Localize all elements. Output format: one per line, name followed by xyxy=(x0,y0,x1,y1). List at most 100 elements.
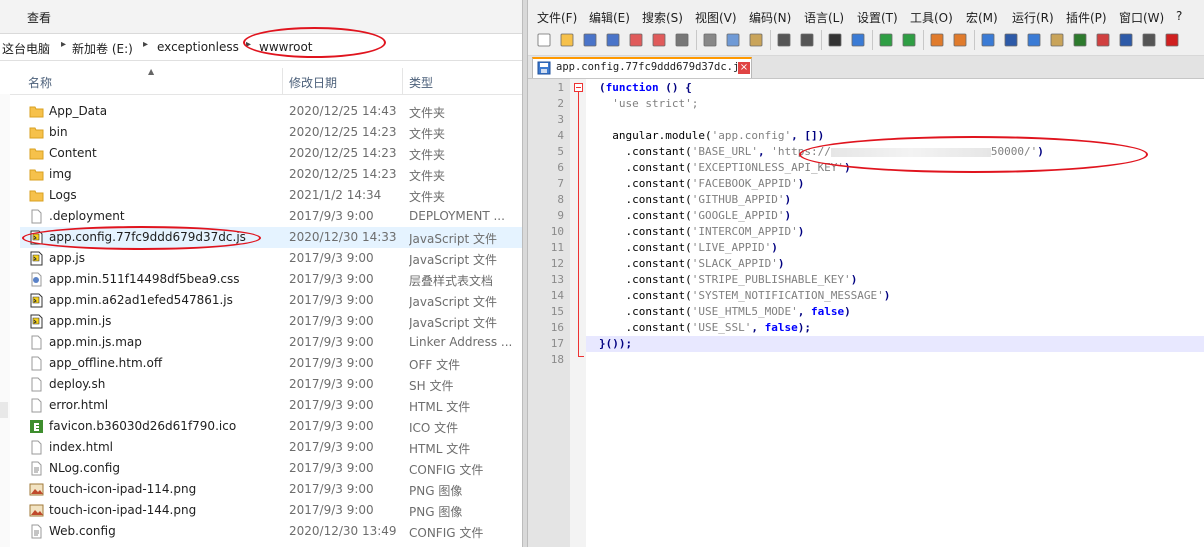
menu-settings[interactable]: 设置(T) xyxy=(857,9,898,26)
chevron-right-icon[interactable]: ▸ xyxy=(246,39,251,50)
close-all-icon[interactable] xyxy=(649,30,669,50)
column-date[interactable]: 修改日期 xyxy=(289,74,337,91)
sync-horizontal-icon[interactable] xyxy=(950,30,970,50)
column-divider[interactable] xyxy=(402,68,403,94)
chevron-right-icon[interactable]: ▸ xyxy=(61,39,66,50)
copy-icon[interactable] xyxy=(723,30,743,50)
print-icon[interactable] xyxy=(672,30,692,50)
save-icon[interactable] xyxy=(580,30,600,50)
word-wrap-icon[interactable] xyxy=(978,30,998,50)
file-row[interactable]: app.min.511f14498df5bea9.css 2017/9/3 9:0… xyxy=(20,269,522,290)
breadcrumb-this-pc[interactable]: 这台电脑 xyxy=(2,40,50,57)
menu-search[interactable]: 搜索(S) xyxy=(642,9,683,26)
zoom-out-icon[interactable] xyxy=(899,30,919,50)
line-number: 3 xyxy=(557,113,564,126)
menu-macro[interactable]: 宏(M) xyxy=(966,9,998,26)
code-line-1: (function () { xyxy=(599,81,692,94)
file-row[interactable]: app.min.js 2017/9/3 9:00 JavaScript 文件 xyxy=(20,311,522,332)
menu-view[interactable]: 查看 xyxy=(27,9,51,26)
undo-icon[interactable] xyxy=(774,30,794,50)
cut-icon[interactable] xyxy=(700,30,720,50)
new-file-icon[interactable] xyxy=(534,30,554,50)
code-text: ) xyxy=(771,241,778,254)
menu-tools[interactable]: 工具(O) xyxy=(910,9,953,26)
column-divider[interactable] xyxy=(282,68,283,94)
code-line-17: }()); xyxy=(599,337,632,350)
code-text: .constant( xyxy=(625,193,692,206)
file-row[interactable]: app_offline.htm.off 2017/9/3 9:00 OFF 文件 xyxy=(20,353,522,374)
column-name[interactable]: 名称 xyxy=(28,74,52,91)
address-bar[interactable]: 这台电脑 ▸ 新加卷 (E:) ▸ exceptionless ▸ wwwroo… xyxy=(0,34,522,61)
file-row[interactable]: app.min.a62ad1efed547861.js 2017/9/3 9:00… xyxy=(20,290,522,311)
toolbar-separator xyxy=(821,30,822,50)
sync-vertical-icon[interactable] xyxy=(927,30,947,50)
menu-run[interactable]: 运行(R) xyxy=(1012,9,1054,26)
file-row[interactable]: touch-icon-ipad-114.png 2017/9/3 9:00 PNG … xyxy=(20,479,522,500)
show-all-chars-icon[interactable] xyxy=(1001,30,1021,50)
column-type[interactable]: 类型 xyxy=(409,74,433,91)
js-file-icon xyxy=(29,314,44,329)
code-text: .constant( xyxy=(625,209,692,222)
monitor-icon[interactable] xyxy=(1116,30,1136,50)
file-row[interactable]: Logs 2021/1/2 14:34 文件夹 xyxy=(20,185,522,206)
menu-file[interactable]: 文件(F) xyxy=(537,9,577,26)
menu-view[interactable]: 视图(V) xyxy=(695,9,737,26)
fold-toggle-icon[interactable] xyxy=(574,83,583,92)
code-text: .constant( xyxy=(625,241,692,254)
file-row[interactable]: app.config.77fc9ddd679d37dc.js 2020/12/30… xyxy=(20,227,522,248)
paste-icon[interactable] xyxy=(746,30,766,50)
file-row[interactable]: App_Data 2020/12/25 14:43 文件夹 xyxy=(20,101,522,122)
zoom-in-icon[interactable] xyxy=(876,30,896,50)
code-string: 'USE_SSL' xyxy=(691,321,752,334)
code-string: 50000/' xyxy=(990,145,1038,158)
redo-icon[interactable] xyxy=(797,30,817,50)
file-row[interactable]: img 2020/12/25 14:23 文件夹 xyxy=(20,164,522,185)
file-name: NLog.config xyxy=(49,461,120,475)
explorer-menubar: 查看 xyxy=(0,0,522,34)
code-string: 'BASE_URL' xyxy=(691,145,758,158)
file-type: Linker Address ... xyxy=(409,335,513,349)
record-macro-icon[interactable] xyxy=(1139,30,1159,50)
file-row[interactable]: Web.config 2020/12/30 13:49 CONFIG 文件 xyxy=(20,521,522,542)
menu-encoding[interactable]: 编码(N) xyxy=(749,9,791,26)
menu-plugins[interactable]: 插件(P) xyxy=(1066,9,1107,26)
navigation-pane-scroll-mark[interactable] xyxy=(0,402,8,418)
file-row[interactable]: touch-icon-ipad-144.png 2017/9/3 9:00 PNG … xyxy=(20,500,522,521)
menu-help[interactable]: ? xyxy=(1176,9,1182,23)
close-icon[interactable]: × xyxy=(738,62,750,74)
breadcrumb-exceptionless[interactable]: exceptionless xyxy=(157,40,239,54)
code-line-9: .constant('GOOGLE_APPID') xyxy=(599,209,792,222)
menu-language[interactable]: 语言(L) xyxy=(804,9,844,26)
file-row[interactable]: app.js 2017/9/3 9:00 JavaScript 文件 xyxy=(20,248,522,269)
indent-guide-icon[interactable] xyxy=(1024,30,1044,50)
function-list-icon[interactable] xyxy=(1070,30,1090,50)
chevron-right-icon[interactable]: ▸ xyxy=(143,39,148,50)
file-row[interactable]: bin 2020/12/25 14:23 文件夹 xyxy=(20,122,522,143)
stop-record-icon[interactable] xyxy=(1162,30,1182,50)
file-date: 2017/9/3 9:00 xyxy=(289,209,374,223)
file-row[interactable]: app.min.js.map 2017/9/3 9:00 Linker Addres… xyxy=(20,332,522,353)
replace-icon[interactable] xyxy=(848,30,868,50)
close-file-icon[interactable] xyxy=(626,30,646,50)
file-row[interactable]: index.html 2017/9/3 9:00 HTML 文件 xyxy=(20,437,522,458)
file-row[interactable]: .deployment 2017/9/3 9:00 DEPLOYMENT ... xyxy=(20,206,522,227)
menu-window[interactable]: 窗口(W) xyxy=(1119,9,1164,26)
code-editor[interactable]: 1 2 3 4 5 6 7 8 9 10 11 12 13 14 15 16 17 18 (function ()… xyxy=(528,79,1204,547)
line-number: 4 xyxy=(557,129,564,142)
folder-workspace-icon[interactable] xyxy=(1093,30,1113,50)
save-all-icon[interactable] xyxy=(603,30,623,50)
file-row[interactable]: deploy.sh 2017/9/3 9:00 SH 文件 xyxy=(20,374,522,395)
doc-map-icon[interactable] xyxy=(1047,30,1067,50)
file-row[interactable]: favicon.b36030d26d61f790.ico 2017/9/3 9:0… xyxy=(20,416,522,437)
file-date: 2020/12/30 14:33 xyxy=(289,230,397,244)
file-row[interactable]: Content 2020/12/25 14:23 文件夹 xyxy=(20,143,522,164)
menu-edit[interactable]: 编辑(E) xyxy=(589,9,630,26)
code-line-4: angular.module('app.config', []) xyxy=(599,129,824,142)
file-row[interactable]: error.html 2017/9/3 9:00 HTML 文件 xyxy=(20,395,522,416)
find-icon[interactable] xyxy=(825,30,845,50)
file-row[interactable]: NLog.config 2017/9/3 9:00 CONFIG 文件 xyxy=(20,458,522,479)
open-file-icon[interactable] xyxy=(557,30,577,50)
breadcrumb-drive[interactable]: 新加卷 (E:) xyxy=(72,40,133,57)
tab-app-config[interactable]: app.config.77fc9ddd679d37dc.js × xyxy=(532,57,752,78)
breadcrumb-wwwroot[interactable]: wwwroot xyxy=(259,40,313,54)
